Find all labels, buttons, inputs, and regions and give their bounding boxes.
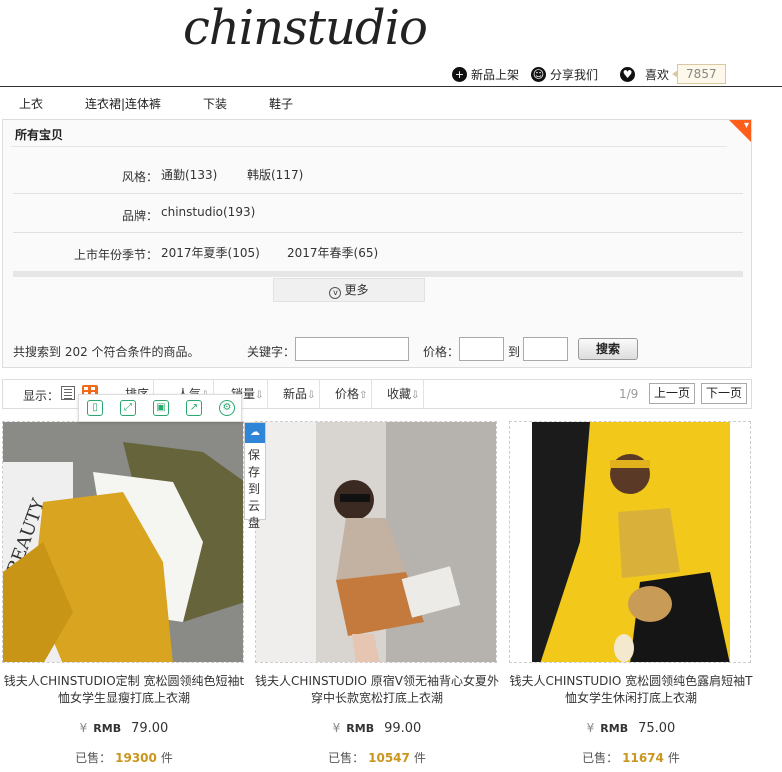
arrow-up-icon: ⇧ bbox=[359, 390, 368, 401]
tshirts-photo: BEAUTY bbox=[3, 422, 243, 662]
result-count-text: 共搜索到 202 个符合条件的商品。 bbox=[13, 345, 200, 359]
product-title[interactable]: 钱夫人CHINSTUDIO定制 宽松圆领纯色短袖t恤女学生显瘦打底上衣潮 bbox=[2, 673, 246, 707]
filter-panel: 所有宝贝 ▾ 风格： 通勤(133) 韩版(117) 品牌： chinstudi… bbox=[2, 119, 752, 368]
more-button[interactable]: v 更多 bbox=[273, 278, 425, 302]
display-label: 显示： bbox=[23, 389, 60, 403]
plus-circle-icon: + bbox=[452, 66, 467, 82]
fullscreen-icon[interactable]: ⤢ bbox=[120, 400, 136, 416]
model-photo bbox=[510, 422, 750, 662]
nav-item-tops[interactable]: 上衣 bbox=[19, 95, 43, 112]
filter-row-style: 风格： 通勤(133) 韩版(117) bbox=[13, 156, 743, 194]
sort-favorites[interactable]: 收藏⇩ bbox=[383, 380, 425, 408]
image-tools-toolbar: ▯ ⤢ ▣ ↗ ⚙ bbox=[78, 394, 242, 422]
product-sold: 已售： 11674 件 bbox=[582, 751, 680, 765]
brand-logo[interactable]: chinstudio bbox=[183, 0, 428, 56]
next-page-button[interactable]: 下一页 bbox=[701, 383, 748, 404]
share-circle-icon: ☺ bbox=[531, 66, 547, 82]
header-links: + 新品上架 ☺ 分享我们 ♥ 喜欢 7857 bbox=[452, 64, 726, 84]
product-image[interactable] bbox=[255, 421, 497, 663]
product-title[interactable]: 钱夫人CHINSTUDIO 原宿V领无袖背心女夏外穿中长款宽松打底上衣潮 bbox=[255, 673, 499, 707]
price-max-input[interactable] bbox=[523, 337, 568, 361]
share-us-link[interactable]: ☺ 分享我们 bbox=[531, 66, 598, 83]
arrow-down-icon: ⇩ bbox=[307, 390, 316, 401]
model-photo bbox=[256, 422, 496, 662]
filter-label: 风格： bbox=[121, 170, 158, 184]
panel-title-divider bbox=[11, 146, 727, 147]
arrow-down-icon: ⇩ bbox=[255, 390, 264, 401]
price-label: 价格： bbox=[423, 345, 460, 359]
save-to-cloud-button[interactable]: ☁ 保存到云盘 bbox=[244, 422, 266, 530]
like-label: 喜欢 bbox=[645, 67, 670, 82]
filter-label: 上市年份季节： bbox=[73, 248, 158, 262]
filter-option[interactable]: 2017年春季(65) bbox=[287, 244, 378, 261]
save-icon[interactable]: ▣ bbox=[153, 400, 169, 416]
product-price: ¥ RMB 75.00 bbox=[586, 721, 676, 736]
arrow-down-icon: ⇩ bbox=[411, 390, 420, 401]
filter-label: 品牌： bbox=[121, 209, 158, 223]
cloud-icon: ☁ bbox=[245, 423, 265, 443]
product-image[interactable]: BEAUTY bbox=[2, 421, 244, 663]
share-icon[interactable]: ↗ bbox=[186, 400, 202, 416]
filter-option[interactable]: 2017年夏季(105) bbox=[161, 244, 260, 261]
header-divider bbox=[0, 86, 782, 87]
sort-price[interactable]: 价格⇧ bbox=[331, 380, 373, 408]
sort-new[interactable]: 新品⇩ bbox=[279, 380, 321, 408]
page-indicator: 1/9 bbox=[619, 387, 639, 401]
category-nav: 上衣 连衣裙|连体裤 下装 鞋子 bbox=[0, 95, 782, 113]
product-title[interactable]: 钱夫人CHINSTUDIO 宽松圆领纯色露肩短袖T恤女学生休闲打底上衣潮 bbox=[509, 673, 753, 707]
heart-circle-icon: ♥ bbox=[620, 66, 636, 82]
search-button[interactable]: 搜索 bbox=[578, 338, 638, 360]
save-to-cloud-label: 保存到云盘 bbox=[248, 448, 261, 530]
prev-page-button[interactable]: 上一页 bbox=[649, 383, 696, 404]
filter-row-season: 上市年份季节： 2017年夏季(105) 2017年春季(65) bbox=[13, 234, 743, 272]
filter-option[interactable]: 韩版(117) bbox=[247, 166, 303, 183]
keyword-label: 关键字： bbox=[247, 345, 296, 359]
list-view-icon[interactable] bbox=[61, 386, 75, 400]
product-sold: 已售： 10547 件 bbox=[328, 751, 426, 765]
phone-icon[interactable]: ▯ bbox=[87, 400, 103, 416]
price-min-input[interactable] bbox=[459, 337, 504, 361]
filter-option[interactable]: chinstudio(193) bbox=[161, 205, 255, 219]
product-price: ¥ RMB 79.00 bbox=[79, 721, 169, 736]
price-to-label: 到 bbox=[508, 345, 521, 359]
filter-option[interactable]: 通勤(133) bbox=[161, 166, 217, 183]
product-price: ¥ RMB 99.00 bbox=[332, 721, 422, 736]
new-arrivals-label: 新品上架 bbox=[471, 67, 520, 82]
keyword-input[interactable] bbox=[295, 337, 409, 361]
nav-item-bottoms[interactable]: 下装 bbox=[203, 95, 227, 112]
filter-row-brand: 品牌： chinstudio(193) bbox=[13, 195, 743, 233]
gear-icon[interactable]: ⚙ bbox=[219, 400, 235, 416]
search-row: 共搜索到 202 个符合条件的商品。 关键字： 价格： 到 搜索 bbox=[3, 337, 753, 363]
share-us-label: 分享我们 bbox=[550, 67, 599, 82]
like-link[interactable]: ♥ 喜欢 bbox=[620, 66, 669, 83]
product-image[interactable] bbox=[509, 421, 751, 663]
more-label: 更多 bbox=[344, 283, 369, 297]
like-count-badge: 7857 bbox=[672, 64, 726, 84]
close-icon[interactable]: ▾ bbox=[744, 120, 749, 131]
nav-item-dresses[interactable]: 连衣裙|连体裤 bbox=[85, 95, 161, 112]
chevron-down-icon: v bbox=[329, 287, 342, 299]
nav-item-shoes[interactable]: 鞋子 bbox=[269, 95, 293, 112]
more-bar bbox=[13, 271, 743, 277]
product-sold: 已售： 19300 件 bbox=[75, 751, 173, 765]
new-arrivals-link[interactable]: + 新品上架 bbox=[452, 66, 519, 83]
panel-title: 所有宝贝 bbox=[15, 128, 64, 142]
